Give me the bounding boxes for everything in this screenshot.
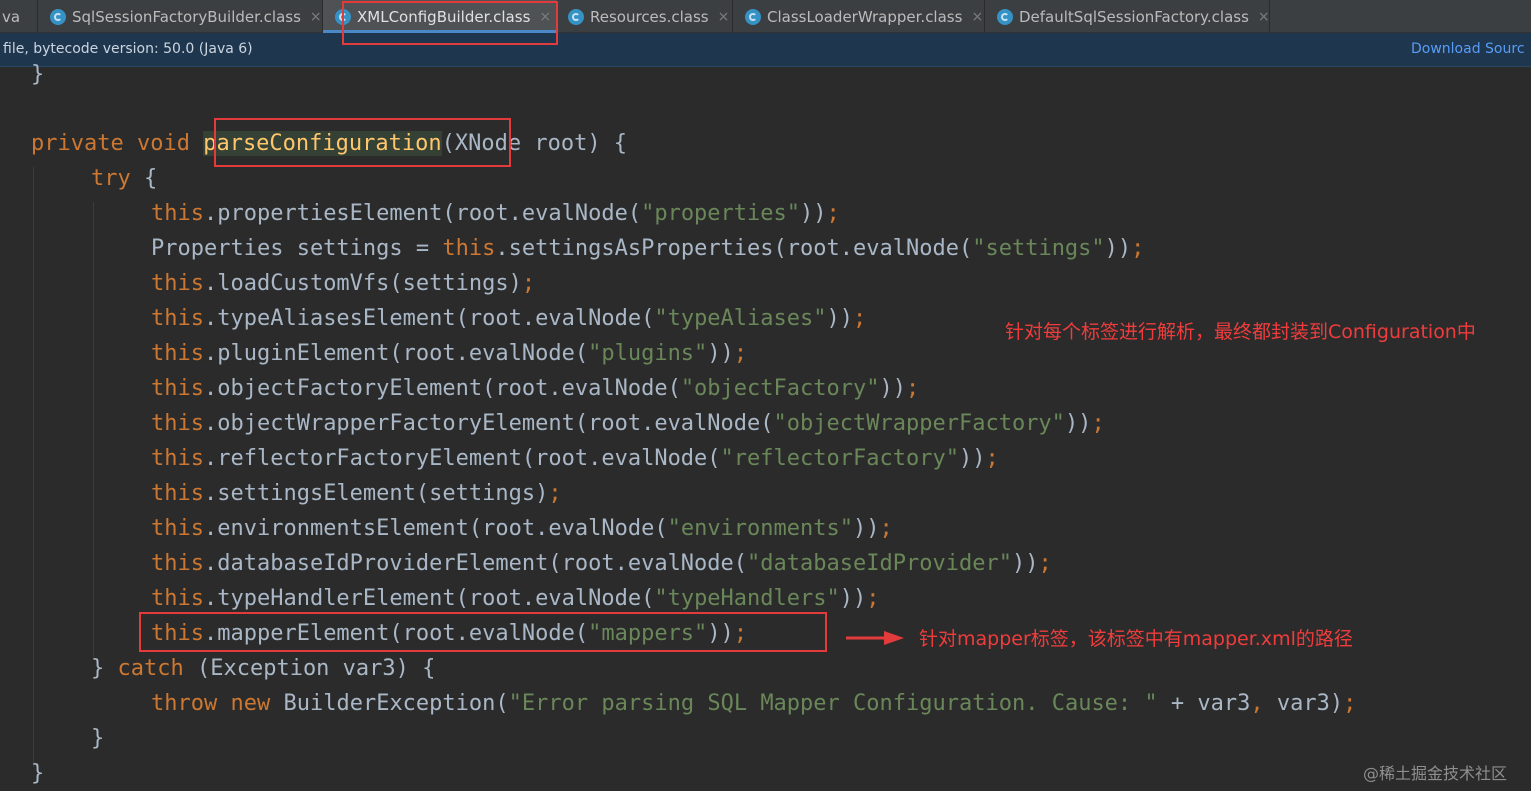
code-line: } (31, 761, 45, 786)
code-line: this.propertiesElement(root.evalNode("pr… (151, 201, 840, 226)
editor-tab-bar: va SqlSessionFactoryBuilder.class × XMLC… (0, 0, 1531, 33)
code-line: this.environmentsElement(root.evalNode("… (151, 516, 893, 541)
tab-resources[interactable]: Resources.class × (558, 0, 733, 33)
highlight-box-mapper-line (139, 612, 827, 652)
code-line: this.reflectorFactoryElement(root.evalNo… (151, 446, 999, 471)
tab-defaultsqlsessionfactory[interactable]: DefaultSqlSessionFactory.class × (985, 0, 1270, 33)
banner-text: file, bytecode version: 50.0 (Java 6) (3, 41, 253, 57)
code-line: this.objectWrapperFactoryElement(root.ev… (151, 411, 1105, 436)
code-line: this.objectFactoryElement(root.evalNode(… (151, 376, 920, 401)
highlight-box-method-name (214, 118, 511, 167)
class-file-icon (997, 8, 1013, 25)
close-icon[interactable]: × (310, 9, 322, 25)
indent-guide (33, 167, 34, 767)
class-file-icon (568, 8, 584, 25)
class-file-icon (745, 8, 761, 25)
try-line: try { (91, 166, 158, 191)
tab-label: DefaultSqlSessionFactory.class (1019, 7, 1249, 26)
code-line: this.typeAliasesElement(root.evalNode("t… (151, 306, 867, 331)
close-icon[interactable]: × (971, 9, 983, 25)
annotation-parse-note: 针对每个标签进行解析，最终都封装到Configuration中 (1005, 321, 1476, 343)
code-line: this.settingsElement(settings); (151, 481, 562, 506)
code-line: } (91, 726, 105, 751)
code-line: } (31, 62, 45, 87)
indent-guide (93, 202, 94, 657)
code-line: this.pluginElement(root.evalNode("plugin… (151, 341, 748, 366)
tab-label: ClassLoaderWrapper.class (767, 7, 963, 26)
annotation-mapper-note: 针对mapper标签，该标签中有mapper.xml的路径 (919, 628, 1353, 650)
highlight-box-active-tab (342, 1, 558, 45)
code-line: this.typeHandlerElement(root.evalNode("t… (151, 586, 880, 611)
download-sources-link[interactable]: Download Sourc (1411, 41, 1525, 57)
code-editor[interactable]: } private void parseConfiguration(XNode … (0, 62, 1531, 789)
code-line: this.databaseIdProviderElement(root.eval… (151, 551, 1052, 576)
close-icon[interactable]: × (1258, 9, 1270, 25)
tab-classloaderwrapper[interactable]: ClassLoaderWrapper.class × (733, 0, 985, 33)
decompiled-file-banner: file, bytecode version: 50.0 (Java 6) Do… (0, 33, 1531, 67)
catch-line: } catch (Exception var3) { (91, 656, 436, 681)
close-icon[interactable]: × (718, 9, 730, 25)
watermark: @稀土掘金技术社区 (1363, 764, 1508, 783)
code-line: this.loadCustomVfs(settings); (151, 271, 536, 296)
throw-line: throw new BuilderException("Error parsin… (151, 691, 1357, 716)
tab-label: Resources.class (590, 7, 709, 26)
tab-sqlsessionfactorybuilder[interactable]: SqlSessionFactoryBuilder.class × (38, 0, 323, 33)
code-line: Properties settings = this.settingsAsPro… (151, 236, 1145, 261)
tab-label: SqlSessionFactoryBuilder.class (72, 7, 301, 26)
tab-label: va (2, 7, 21, 26)
class-file-icon (50, 8, 66, 25)
tab-java[interactable]: va (0, 0, 38, 33)
right-arrow-icon (846, 631, 904, 645)
